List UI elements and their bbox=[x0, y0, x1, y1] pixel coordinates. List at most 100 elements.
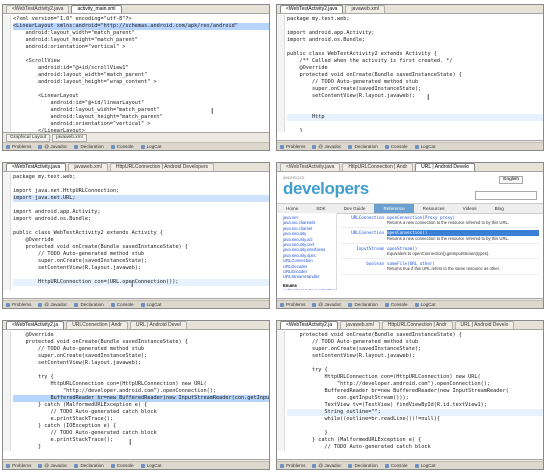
view-tab[interactable]: Declaration bbox=[74, 463, 104, 468]
layout-tab[interactable]: javaweb.xml bbox=[52, 133, 87, 142]
editor-tab[interactable]: activity_main.xml bbox=[71, 5, 122, 13]
view-tab[interactable]: Console bbox=[384, 302, 408, 307]
view-tab[interactable]: LogCat bbox=[140, 463, 161, 468]
method-return-type[interactable]: InputStream bbox=[341, 244, 387, 258]
view-tab-icon bbox=[74, 463, 79, 468]
editor-tab[interactable]: javaweb.xml bbox=[68, 163, 108, 171]
view-tab[interactable]: @ Javadoc bbox=[312, 302, 341, 307]
view-tab-label: @ Javadoc bbox=[318, 144, 342, 149]
view-tab[interactable]: Problems bbox=[6, 302, 31, 307]
docs-nav-item[interactable]: Reference bbox=[374, 204, 414, 213]
method-cell: openStream() Equivalent to openConnection… bbox=[387, 244, 539, 258]
docs-nav-item[interactable]: Home bbox=[277, 204, 307, 213]
editor-tab[interactable]: javaweb.xml bbox=[345, 5, 385, 13]
method-row: InputStream openStream() Equivalent to ope… bbox=[341, 244, 539, 260]
method-row: boolean sameFile(URL other) Returns true i… bbox=[341, 259, 539, 275]
sidebar-package-item[interactable]: Authenticator.RequestorType bbox=[283, 288, 337, 290]
view-tab[interactable]: @ Javadoc bbox=[38, 302, 67, 307]
editor-tab[interactable]: <WebTestActivity2.java bbox=[6, 5, 70, 13]
code-editor[interactable]: @Override protected void onCreate(Bundle… bbox=[3, 331, 269, 451]
code-line: // TODO Auto-generated catch block bbox=[13, 409, 157, 415]
editor-tab[interactable]: javaweb.xml bbox=[340, 321, 380, 329]
editor-tab[interactable]: URLConnection | Andr bbox=[66, 321, 128, 329]
view-tab[interactable]: Console bbox=[110, 144, 134, 149]
code-line: } catch (MalformedURLException e) { bbox=[287, 437, 422, 443]
editor-tab[interactable]: URL | Android Devel bbox=[129, 321, 187, 329]
view-tab-label: Problems bbox=[286, 463, 306, 468]
code-line: android:orientation="vertical" > bbox=[13, 121, 151, 127]
editor-tab[interactable]: URL | Android Develo bbox=[454, 321, 515, 329]
docs-nav-item[interactable]: Videos bbox=[454, 204, 486, 213]
code-line: } bbox=[287, 430, 328, 436]
code-line: import android.app.Activity; bbox=[13, 209, 101, 215]
view-tab-label: Problems bbox=[286, 144, 306, 149]
view-tab[interactable]: Problems bbox=[280, 144, 305, 149]
language-select[interactable]: English bbox=[499, 176, 523, 184]
view-tab[interactable]: Problems bbox=[280, 302, 305, 307]
editor-tab[interactable]: <WebTestActivity.java bbox=[280, 163, 341, 171]
code-line: "http://developer.android.com").openConn… bbox=[13, 388, 217, 394]
code-editor[interactable]: package my.test.web; import java.net.Htt… bbox=[3, 173, 269, 290]
code-editor[interactable]: package my.test.web; import android.app.… bbox=[277, 15, 543, 132]
view-tab[interactable]: Console bbox=[384, 144, 408, 149]
view-tab[interactable]: Problems bbox=[6, 144, 31, 149]
view-tab-icon bbox=[140, 463, 145, 468]
view-tab[interactable]: LogCat bbox=[414, 144, 435, 149]
docs-nav-item[interactable]: Resources bbox=[414, 204, 454, 213]
view-tab-icon bbox=[312, 302, 317, 307]
editor-tab[interactable]: <WebTestActivity2.ja bbox=[280, 321, 339, 329]
view-tab[interactable]: @ Javadoc bbox=[38, 463, 67, 468]
view-tab-icon bbox=[414, 144, 419, 149]
sidebar-package-item[interactable]: URLStreamHandler bbox=[283, 274, 336, 279]
layout-tab[interactable]: Graphical Layout bbox=[6, 133, 51, 142]
editor-tab[interactable]: <WebTestActivity2.ja bbox=[6, 321, 65, 329]
code-line: try { bbox=[13, 374, 54, 380]
view-tab[interactable]: Problems bbox=[6, 463, 31, 468]
view-tab[interactable]: Declaration bbox=[348, 302, 378, 307]
view-tab[interactable]: Console bbox=[110, 463, 134, 468]
editor-tab[interactable]: URL | Android Develo bbox=[415, 163, 475, 171]
view-tab[interactable]: Declaration bbox=[348, 144, 378, 149]
view-tab[interactable]: Console bbox=[384, 463, 408, 468]
method-return-type[interactable]: boolean bbox=[341, 259, 387, 273]
view-tab[interactable]: Problems bbox=[280, 463, 305, 468]
docs-nav-item[interactable]: Dev Guide bbox=[335, 204, 375, 213]
view-tab[interactable]: @ Javadoc bbox=[312, 144, 341, 149]
view-tab[interactable]: Console bbox=[110, 302, 134, 307]
code-editor[interactable]: protected void onCreate(Bundle savedInst… bbox=[277, 331, 543, 451]
view-tab[interactable]: LogCat bbox=[414, 463, 435, 468]
method-return-type[interactable]: URLConnection bbox=[341, 213, 387, 227]
view-tab[interactable]: Declaration bbox=[348, 463, 378, 468]
method-return-type[interactable]: URLConnection bbox=[341, 228, 387, 242]
code-line: super.onCreate(savedInstanceState); bbox=[13, 258, 148, 264]
view-tab-label: Console bbox=[116, 144, 134, 149]
view-tab[interactable]: LogCat bbox=[414, 302, 435, 307]
view-tab[interactable]: @ Javadoc bbox=[312, 463, 341, 468]
view-tab-label: @ Javadoc bbox=[318, 463, 342, 468]
editor-tab[interactable]: HttpURLConnection | Android Developers bbox=[109, 163, 215, 171]
code-line: package my.test.web; bbox=[13, 174, 76, 180]
docs-search-input[interactable] bbox=[475, 191, 537, 200]
view-tab[interactable]: LogCat bbox=[140, 302, 161, 307]
bottom-bar: Problems @ Javadoc Declaration Console LogCa… bbox=[277, 140, 543, 150]
view-tab[interactable]: @ Javadoc bbox=[38, 144, 67, 149]
developers-logo[interactable]: developers bbox=[283, 179, 369, 199]
docs-nav-item[interactable]: Blog bbox=[486, 204, 513, 213]
view-tab[interactable]: Declaration bbox=[74, 302, 104, 307]
editor-tab[interactable]: HttpURLConnection | Andr bbox=[381, 321, 453, 329]
editor-tab[interactable]: <WebTestActivity.java bbox=[6, 163, 67, 171]
method-summary-table: URLConnection openConnection(Proxy proxy)… bbox=[341, 213, 539, 290]
code-editor[interactable]: <?xml version="1.0" encoding="utf-8"?> <L… bbox=[3, 15, 269, 132]
view-tab-label: Declaration bbox=[80, 302, 104, 307]
view-tab[interactable]: Declaration bbox=[74, 144, 104, 149]
code-line: import java.net.URL; bbox=[13, 195, 269, 202]
view-tab[interactable]: LogCat bbox=[140, 144, 161, 149]
view-tab-label: Declaration bbox=[80, 463, 104, 468]
editor-tab[interactable]: <WebTestActivity2.java bbox=[280, 5, 344, 13]
docs-nav-item[interactable]: SDK bbox=[307, 204, 334, 213]
bottom-bar: Problems @ Javadoc Declaration Console LogCa… bbox=[277, 298, 543, 308]
editor-tab[interactable]: HttpURLConnection | Andr bbox=[342, 163, 414, 171]
